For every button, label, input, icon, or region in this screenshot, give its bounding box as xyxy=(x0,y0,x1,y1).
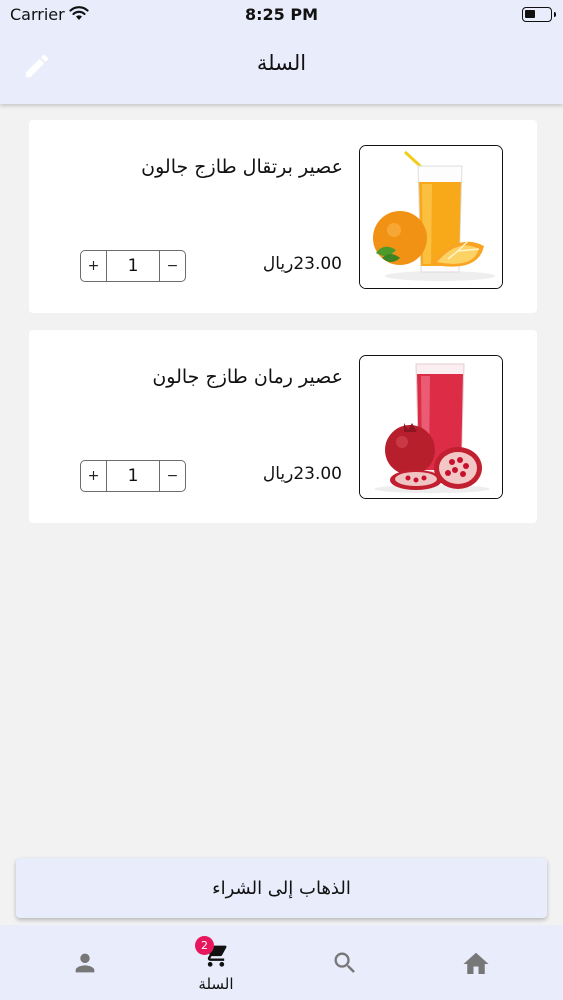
status-bar: Carrier 8:25 PM xyxy=(0,0,563,30)
nav-item-cart[interactable]: 2 السلة xyxy=(171,925,261,1000)
home-icon xyxy=(463,952,489,974)
bottom-nav: 2 السلة xyxy=(0,925,563,1000)
quantity-stepper: + 1 − xyxy=(80,250,186,282)
quantity-stepper: + 1 − xyxy=(80,460,186,492)
cart-item: عصير برتقال طازج جالون 23.00ريال + 1 − xyxy=(29,120,537,313)
increase-quantity-button[interactable]: + xyxy=(81,461,107,491)
increase-quantity-button[interactable]: + xyxy=(81,251,107,281)
quantity-value: 1 xyxy=(127,256,139,276)
checkout-button[interactable]: الذهاب إلى الشراء xyxy=(16,858,547,918)
product-image-pomegranate-juice[interactable] xyxy=(359,355,503,499)
search-icon xyxy=(334,952,355,973)
decrease-quantity-button[interactable]: − xyxy=(159,461,185,491)
battery-icon xyxy=(522,7,556,22)
product-image-orange-juice[interactable] xyxy=(359,145,503,289)
product-name[interactable]: عصير برتقال طازج جالون xyxy=(43,156,343,178)
page-title: السلة xyxy=(256,51,307,75)
product-price: 23.00ريال xyxy=(262,464,342,484)
nav-label-cart: السلة xyxy=(198,975,234,993)
quantity-value: 1 xyxy=(127,466,139,486)
cart-screen: Carrier 8:25 PM السلة عصير برتقال طازج ج… xyxy=(0,0,563,1000)
cart-count-badge: 2 xyxy=(195,936,214,955)
decrease-quantity-button[interactable]: − xyxy=(159,251,185,281)
nav-item-profile[interactable] xyxy=(40,925,130,1000)
product-price: 23.00ريال xyxy=(262,254,342,274)
nav-item-home[interactable] xyxy=(431,925,521,1000)
app-header: Carrier 8:25 PM السلة xyxy=(0,0,563,104)
cart-item: عصير رمان طازج جالون 23.00ريال + 1 − xyxy=(29,330,537,523)
clock: 8:25 PM xyxy=(244,5,318,24)
product-name[interactable]: عصير رمان طازج جالون xyxy=(43,366,343,388)
person-icon xyxy=(75,953,95,973)
nav-item-search[interactable] xyxy=(300,925,390,1000)
